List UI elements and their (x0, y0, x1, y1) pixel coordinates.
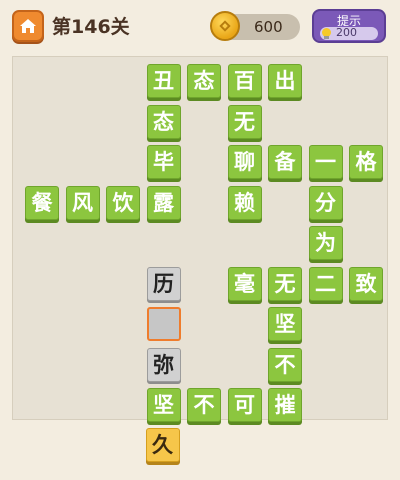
idiom-tile: 聊 (227, 145, 262, 179)
empty-answer-cell[interactable] (146, 307, 181, 341)
coin-icon (210, 11, 240, 41)
idiom-tile: 可 (227, 388, 262, 422)
idiom-tile: 不 (187, 388, 221, 422)
idiom-board: 丑态百出态无毕聊备一格餐风饮露赖分为历毫无二致坚弥不坚不可摧 (12, 56, 388, 422)
idiom-tile: 备 (268, 145, 302, 179)
idiom-tile: 态 (146, 104, 181, 139)
idiom-tile: 二 (308, 266, 343, 301)
home-button[interactable] (12, 10, 44, 42)
hint-tile[interactable]: 历 (146, 266, 181, 301)
lightbulb-icon (322, 28, 331, 39)
top-bar: 第146关 600 提示 200 (0, 0, 400, 52)
idiom-tile: 无 (227, 104, 262, 139)
idiom-tile: 丑 (146, 64, 181, 98)
idiom-tile: 风 (65, 185, 100, 220)
coin-counter: 600 (210, 11, 300, 41)
choice-tile[interactable]: 久 (145, 428, 180, 462)
idiom-tile: 一 (308, 145, 343, 179)
home-icon (20, 19, 36, 33)
hint-button[interactable]: 提示 200 (312, 9, 386, 43)
idiom-tile: 致 (349, 266, 383, 301)
idiom-tile: 饮 (106, 185, 140, 220)
idiom-tile: 出 (268, 64, 302, 98)
idiom-tile: 为 (308, 226, 343, 260)
idiom-tile: 不 (268, 347, 302, 382)
idiom-tile: 格 (349, 145, 383, 179)
idiom-tile: 分 (308, 185, 343, 220)
coin-count: 600 (254, 18, 283, 36)
idiom-tile: 坚 (146, 388, 181, 422)
hint-cost: 200 (336, 26, 357, 39)
idiom-tile: 态 (187, 64, 221, 98)
idiom-tile: 赖 (227, 185, 262, 220)
idiom-tile: 餐 (25, 185, 59, 220)
idiom-tile: 坚 (268, 307, 302, 341)
idiom-tile: 无 (268, 266, 302, 301)
level-title: 第146关 (52, 16, 130, 38)
idiom-tile: 摧 (268, 388, 302, 422)
idiom-tile: 毫 (227, 266, 262, 301)
idiom-tile: 露 (146, 185, 181, 220)
idiom-tile: 毕 (146, 145, 181, 179)
hint-tile[interactable]: 弥 (146, 347, 181, 382)
idiom-tile: 百 (227, 64, 262, 98)
